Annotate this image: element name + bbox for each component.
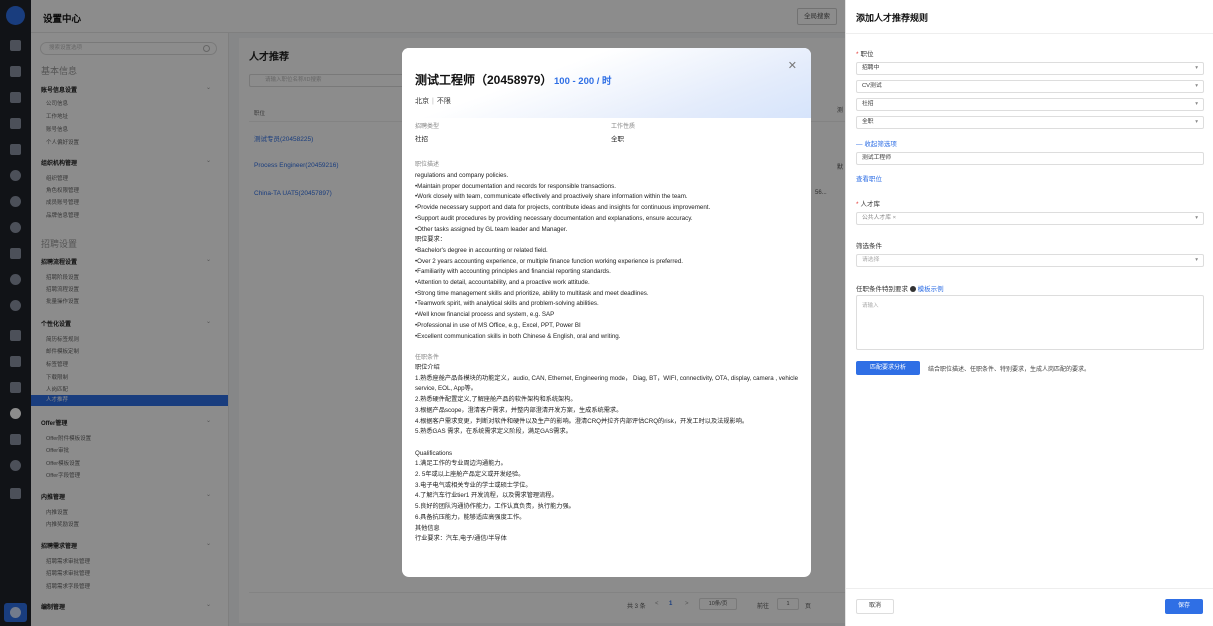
chevron-down-icon: ▾ <box>1195 83 1198 89</box>
text-line: 其他信息 <box>415 524 440 532</box>
required-mark: * <box>856 201 859 208</box>
recruit-type-select[interactable]: 社招 ▾ <box>856 98 1204 111</box>
recruit-type-label: 招聘类型 <box>415 124 440 130</box>
text-line: •Attention to detail, accountability, an… <box>415 279 590 287</box>
special-requirement-label: 任职条件特别要求 模板示例 <box>856 283 944 293</box>
text-line: •Maintain proper documentation and recor… <box>415 182 616 190</box>
tag-close-icon[interactable]: × <box>893 215 896 221</box>
text-line: 职位介绍 <box>415 364 440 371</box>
select-placeholder: 请选择 <box>862 257 880 263</box>
recruit-type-value: 社招 <box>415 136 428 143</box>
select-value: 全职 <box>862 119 874 125</box>
text-line: •Over 2 years accounting experience, or … <box>415 257 684 265</box>
select-value: 招聘中 <box>862 65 880 71</box>
analyze-hint: 结合职位描述、任职条件、特别要求，生成人岗匹配的要求。 <box>928 367 1091 373</box>
talent-pool-label: * 人才库 <box>856 198 880 208</box>
text-line: 1.熟悉座舱产品各模块的功能定义，audio, CAN, Ethernet, E… <box>415 374 799 393</box>
text-line: •Bachelor's degree in accounting or rela… <box>415 246 548 254</box>
drawer-divider <box>846 33 1213 34</box>
text-line: regulations and company policies. <box>415 172 509 179</box>
status-select[interactable]: 招聘中 ▾ <box>856 62 1204 75</box>
job-description-label: 职位描述 <box>415 162 440 168</box>
select-value: CV测试 <box>862 83 882 89</box>
select-value: 测试工程师 <box>862 155 891 161</box>
filter-condition-select[interactable]: 请选择 ▾ <box>856 254 1204 267</box>
text-line: 4.了解汽车行业tier1 开发流程，以及需求管理流程。 <box>415 492 558 500</box>
talent-pool-select[interactable]: 公共人才库 × ▾ <box>856 212 1204 225</box>
analyze-requirement-button[interactable]: 匹配要求分析 <box>856 361 920 375</box>
filter-condition-label: 筛选条件 <box>856 243 882 250</box>
info-icon[interactable] <box>909 286 916 293</box>
text-line: •Professional in use of MS Office, e.g.,… <box>415 321 581 329</box>
chevron-down-icon: ▾ <box>1195 65 1198 71</box>
text-line: 3.根据产品scope，澄清客户需求，并整内部澄清开发方案，生成系统需求。 <box>415 406 623 414</box>
chevron-down-icon: ▾ <box>1195 215 1198 221</box>
close-icon[interactable]: ✕ <box>788 59 797 72</box>
text-line <box>415 438 800 449</box>
link-text: 收起筛选项 <box>864 141 897 148</box>
job-nature-label: 工作性质 <box>611 124 636 130</box>
position-select[interactable]: 测试工程师 <box>856 152 1204 165</box>
text-line: •Excellent communication skills in both … <box>415 332 621 340</box>
text-line: 4.根据客户需求变更，判断对软件和硬件以及生产的影响。澄清CRQ并拉齐内部评估C… <box>415 417 749 425</box>
chevron-down-icon: ▾ <box>1195 257 1198 263</box>
text-line: 行业要求：汽车,电子/通信/半导体 <box>415 535 507 543</box>
text-line: 3.电子电气或相关专业的学士或硕士学位。 <box>415 481 532 489</box>
job-nature-value: 全职 <box>611 136 624 143</box>
field-label-text: 人才库 <box>860 201 881 208</box>
text-line: •Familiarity with accounting principles … <box>415 268 611 276</box>
job-title: 测试工程师（20458979） <box>415 73 553 87</box>
text-line: •Well know financial process and system,… <box>415 311 555 319</box>
text-line: 5.良好的团队沟通协作能力，工作认真负责，执行能力强。 <box>415 503 575 511</box>
select-value: 社招 <box>862 101 874 107</box>
job-city: 北京 <box>415 98 429 105</box>
text-line: 2. 5年或以上座舱产品定义或开发经验。 <box>415 471 525 479</box>
text-line: 职位要求： <box>415 236 446 244</box>
job-nature-select[interactable]: 全职 ▾ <box>856 116 1204 129</box>
job-experience: 不限 <box>436 98 451 105</box>
job-detail-modal: ✕ 测试工程师（20458979） 100 - 200 / 时 北京 | 不限 招聘… <box>402 48 811 577</box>
text-line: 6.具备抗压能力，能够适应高强度工作。 <box>415 513 526 521</box>
position-field-label: * 职位 <box>856 48 874 58</box>
field-label-text: 任职条件特别要求 <box>856 286 908 293</box>
chevron-down-icon: ▾ <box>1195 101 1198 107</box>
collapse-filters-link[interactable]: — 收起筛选项 <box>856 138 897 148</box>
field-label-text: 职位 <box>860 51 874 58</box>
special-requirement-textarea[interactable]: 请输入 <box>856 295 1204 350</box>
text-line: •Provide necessary support and data for … <box>415 204 711 212</box>
text-line: •Strong time management skills and prior… <box>415 289 649 297</box>
text-line: •Teamwork spirit, with analytical skills… <box>415 300 599 308</box>
chevron-down-icon: ▾ <box>1195 119 1198 125</box>
separator: | <box>432 98 434 105</box>
drawer-footer-divider <box>846 588 1213 589</box>
job-requirements-body: 职位介绍 1.熟悉座舱产品各模块的功能定义，audio, CAN, Etherne… <box>415 363 800 545</box>
pool-tag: 公共人才库 <box>862 215 891 221</box>
job-description-body: regulations and company policies. •Mainta… <box>415 171 800 342</box>
template-example-link[interactable]: 模板示例 <box>918 286 944 293</box>
text-line: •Other tasks assigned by GL team leader … <box>415 225 568 233</box>
job-location-line: 北京 | 不限 <box>415 96 451 106</box>
job-requirements-label: 任职条件 <box>415 355 440 361</box>
cv-select[interactable]: CV测试 ▾ <box>856 80 1204 93</box>
job-salary: 100 - 200 / 时 <box>554 76 612 87</box>
text-line: 2.熟悉硬件配置定义,了解座舱产品的软件架构和系统架构。 <box>415 396 577 404</box>
text-line: •Work closely with team, communicate eff… <box>415 193 688 201</box>
text-line: Qualifications <box>415 449 453 457</box>
text-line: 5.熟悉GAS 需求，在系统需求定义阶段，满足GAS需求。 <box>415 428 572 436</box>
drawer-title: 添加人才推荐规则 <box>856 13 929 23</box>
text-line: 1.满足工作的专业周边沟通能力。 <box>415 460 507 468</box>
cancel-button[interactable]: 取消 <box>856 599 894 614</box>
save-button[interactable]: 保存 <box>1165 599 1203 614</box>
add-rule-drawer: 添加人才推荐规则 * 职位 招聘中 ▾ CV测试 ▾ 社招 ▾ 全职 ▾ — 收起筛选项 … <box>845 0 1213 626</box>
required-mark: * <box>856 51 859 58</box>
view-position-link[interactable]: 查看职位 <box>856 173 882 183</box>
text-line: •Support audit procedures by providing n… <box>415 214 693 222</box>
